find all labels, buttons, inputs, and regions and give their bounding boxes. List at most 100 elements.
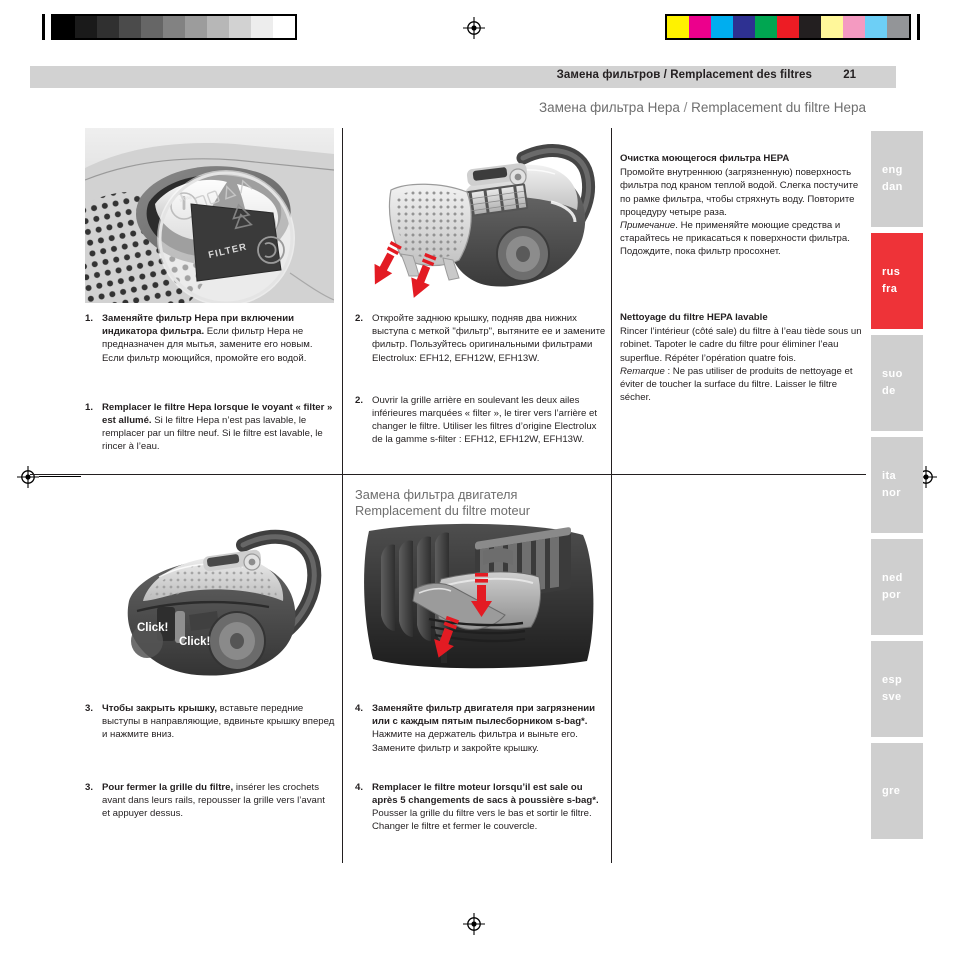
language-tab-label: nor	[882, 487, 901, 499]
grey-swatch-0	[53, 16, 75, 38]
grey-swatch-10	[273, 16, 295, 38]
greyscale-swatches	[51, 14, 297, 40]
color-swatch-6	[799, 16, 821, 38]
language-tab-label: dan	[882, 181, 903, 193]
step-number: 2.	[355, 313, 364, 324]
document-page: Замена фильтров / Remplacement des filtr…	[0, 0, 954, 954]
step-2-fr: 2. Ouvrir la grille arrière en soulevant…	[355, 394, 607, 447]
subtitle-separator: /	[683, 100, 688, 115]
note-fr-body: Rincer l’intérieur (côté sale) du filtre…	[620, 326, 862, 364]
color-calibration-strip	[659, 14, 920, 40]
column-divider	[611, 128, 612, 863]
column-mid-top-text: 2. Откройте заднюю крышку, подняв два ни…	[355, 312, 607, 447]
step-1-ru: 1. Заменяйте фильтр Hepa при включении и…	[85, 312, 335, 365]
language-tab-label: gre	[882, 784, 901, 797]
color-swatch-5	[777, 16, 799, 38]
note-ru-block: Очистка моющегося фильтра HEPA Промойте …	[620, 152, 868, 259]
step-4-fr-rest: Pousser la grille du filtre vers le bas …	[372, 808, 592, 833]
step-3-ru-bold: Чтобы закрыть крышку,	[102, 703, 217, 714]
section-heading-ru: Замена фильтра двигателя	[355, 487, 518, 502]
page-title: Замена фильтров / Remplacement des filtr…	[556, 69, 812, 81]
step-2-fr-text: Ouvrir la grille arrière en soulevant le…	[372, 394, 598, 446]
note-fr-remark: Remarque : Ne pas utiliser de produits d…	[620, 365, 868, 405]
step-2-ru: 2. Откройте заднюю крышку, подняв два ни…	[355, 312, 607, 365]
greyscale-calibration-strip	[42, 14, 303, 40]
registration-mark-icon	[463, 913, 485, 935]
language-tab-label: esp	[882, 674, 903, 686]
step-4-fr-bold: Remplacer le filtre moteur lorsqu’il est…	[372, 781, 599, 807]
grey-swatch-2	[97, 16, 119, 38]
click-label-right: Click!	[179, 636, 210, 648]
color-swatch-2	[711, 16, 733, 38]
step-1-fr: 1. Remplacer le filtre Hepa lorsque le v…	[85, 401, 335, 454]
language-tab-label: de	[882, 385, 896, 397]
row-divider	[30, 474, 866, 475]
figure-rear-grille-removal	[355, 128, 603, 304]
step-number: 2.	[355, 394, 364, 406]
page-header-bar: Замена фильтров / Remplacement des filtr…	[30, 66, 896, 88]
figure-motor-filter-compartment	[355, 521, 602, 673]
language-tab-label: rus	[882, 266, 901, 278]
step-number: 3.	[85, 781, 94, 793]
language-tab-rus-fra[interactable]: rus fra	[871, 233, 923, 329]
color-swatch-0	[667, 16, 689, 38]
grey-swatch-3	[119, 16, 141, 38]
page-number: 21	[843, 69, 856, 81]
language-tab-strip[interactable]: eng dan rus fra suo de ita nor ned por esp sve gre	[871, 131, 923, 845]
grey-swatch-1	[75, 16, 97, 38]
grey-swatch-6	[185, 16, 207, 38]
column-left-top-text: 1. Заменяйте фильтр Hepa при включении и…	[85, 312, 335, 454]
color-swatch-7	[821, 16, 843, 38]
calibration-end-bar	[917, 14, 920, 40]
step-2-ru-text: Откройте заднюю крышку, подняв два нижни…	[372, 313, 606, 364]
grey-swatch-8	[229, 16, 251, 38]
note-ru-remark-label: Примечание	[620, 220, 676, 232]
language-tab-label: sve	[882, 691, 902, 703]
section-subtitle: Замена фильтра Hepa / Remplacement du fi…	[539, 100, 866, 115]
color-swatch-1	[689, 16, 711, 38]
step-4-ru: 4. Заменяйте фильтр двигателя при загряз…	[355, 702, 607, 755]
language-tab-esp-sve[interactable]: esp sve	[871, 641, 923, 737]
step-number: 4.	[355, 781, 364, 793]
language-tab-eng-dan[interactable]: eng dan	[871, 131, 923, 227]
figure-closing-grille: Click! Click!	[85, 515, 334, 685]
step-4-fr: 4. Remplacer le filtre moteur lorsqu’il …	[355, 781, 607, 834]
language-tab-gre[interactable]: gre	[871, 743, 923, 839]
subtitle-ru: Замена фильтра Hepa	[538, 100, 680, 115]
figure-filter-indicator: s-bag FILTER	[85, 128, 334, 303]
color-swatch-9	[865, 16, 887, 38]
color-swatches	[665, 14, 911, 40]
step-number: 1.	[85, 401, 94, 413]
language-tab-label: por	[882, 589, 901, 601]
language-tab-label: suo	[882, 368, 903, 380]
calibration-end-bar	[42, 14, 45, 40]
step-4-ru-bold: Заменяйте фильтр двигателя при загрязнен…	[372, 703, 596, 728]
step-3-ru: 3. Чтобы закрыть крышку, вставьте передн…	[85, 702, 335, 742]
language-tab-label: fra	[882, 283, 898, 295]
color-swatch-4	[755, 16, 777, 38]
language-tab-label: ita	[882, 470, 897, 482]
grey-swatch-5	[163, 16, 185, 38]
language-tab-ned-por[interactable]: ned por	[871, 539, 923, 635]
color-swatch-8	[843, 16, 865, 38]
column-mid-bottom-text: 4. Заменяйте фильтр двигателя при загряз…	[355, 702, 607, 834]
note-fr-title: Nettoyage du filtre HEPA lavable	[620, 312, 768, 323]
step-3-fr-bold: Pour fermer la grille du filtre,	[102, 781, 234, 793]
trim-line	[39, 476, 81, 477]
note-ru-body: Промойте внутреннюю (загрязненную) повер…	[620, 167, 859, 218]
language-tab-suo-de[interactable]: suo de	[871, 335, 923, 431]
language-tab-label: eng	[882, 164, 903, 176]
column-left-bottom-text: 3. Чтобы закрыть крышку, вставьте передн…	[85, 702, 335, 820]
note-ru-remark: Примечание. Не применяйте моющие средств…	[620, 219, 868, 259]
click-label-left: Click!	[137, 622, 168, 634]
color-swatch-3	[733, 16, 755, 38]
step-4-ru-rest: Нажмите на держатель фильтра и выньте ег…	[372, 729, 578, 754]
section-heading-fr: Remplacement du filtre moteur	[355, 503, 530, 518]
note-ru-title: Очистка моющегося фильтра HEPA	[620, 153, 790, 164]
column-divider	[342, 128, 343, 863]
registration-mark-icon	[17, 466, 39, 488]
grey-swatch-7	[207, 16, 229, 38]
language-tab-ita-nor[interactable]: ita nor	[871, 437, 923, 533]
color-swatch-10	[887, 16, 909, 38]
note-fr-remark-label: Remarque	[620, 365, 665, 377]
